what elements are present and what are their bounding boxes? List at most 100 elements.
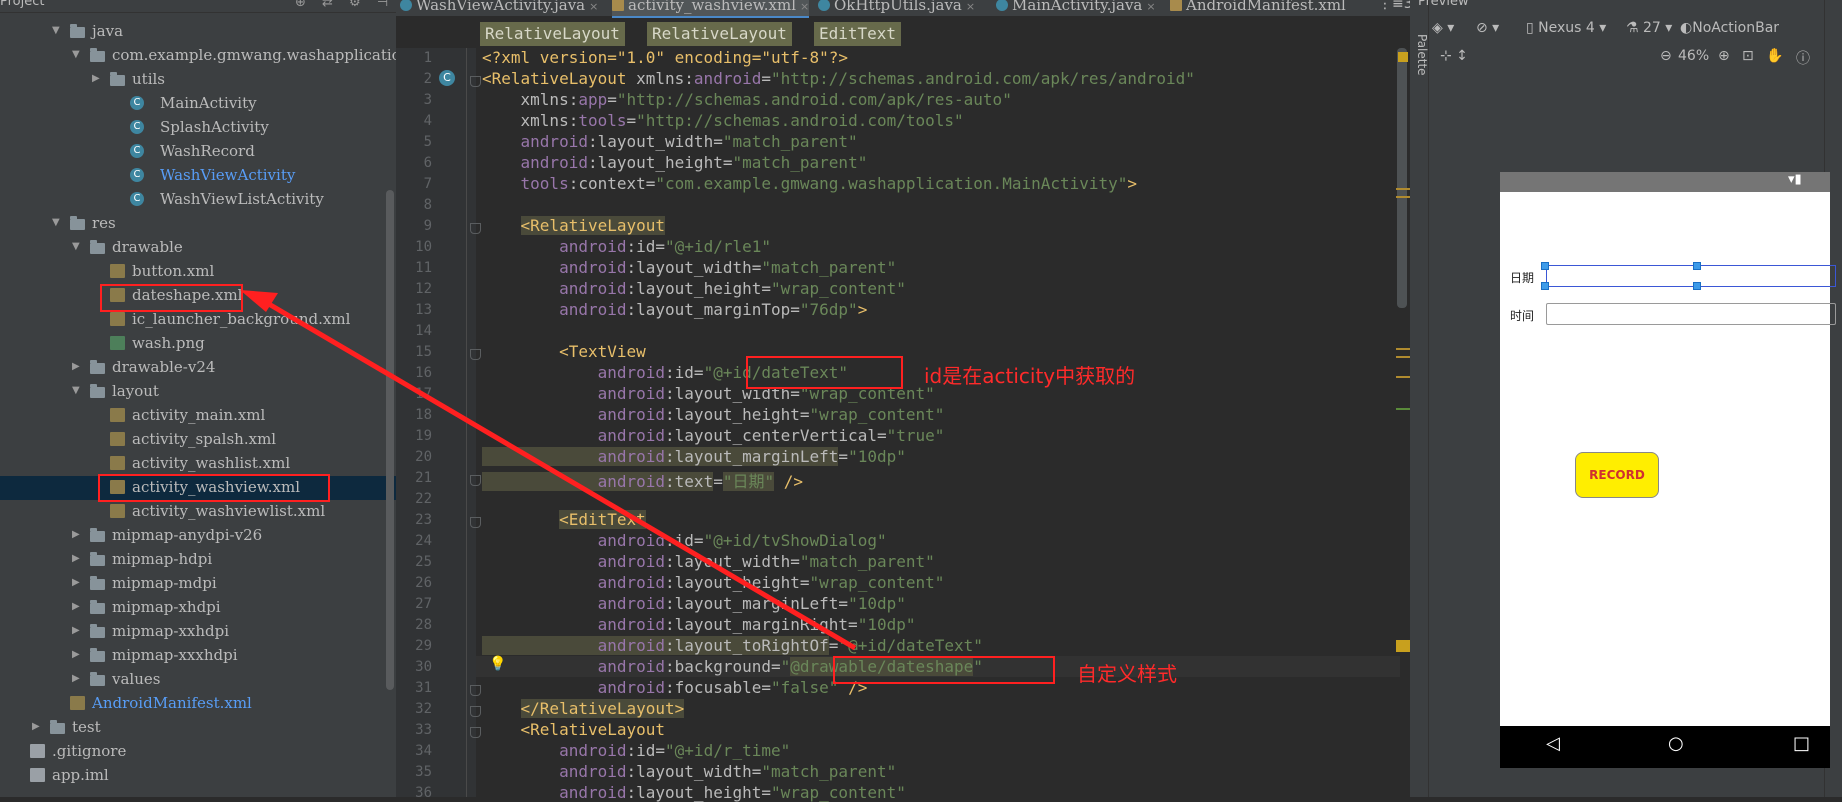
tree-item[interactable]: C MainActivity <box>0 92 396 116</box>
error-stripe-marker[interactable] <box>1396 376 1410 378</box>
chevron-down-icon[interactable]: ▼ <box>72 241 80 252</box>
fold-marker-icon[interactable] <box>470 349 481 360</box>
orientation-icon[interactable]: ⊘ ▾ <box>1476 20 1499 36</box>
code-line[interactable]: tools:context="com.example.gmwang.washap… <box>482 174 1138 193</box>
tree-item[interactable]: C WashViewListActivity <box>0 188 396 212</box>
code-line[interactable]: android:layout_width="match_parent" <box>482 132 858 151</box>
fold-marker-icon[interactable] <box>470 685 481 696</box>
code-line[interactable]: android:layout_width="match_parent" <box>482 258 896 277</box>
fold-marker-icon[interactable] <box>470 76 481 87</box>
home-nav-icon[interactable]: ○ <box>1668 733 1684 754</box>
error-stripe-marker[interactable] <box>1396 196 1410 198</box>
selection-handle[interactable] <box>1693 282 1701 290</box>
chevron-down-icon[interactable]: ▼ <box>72 49 80 60</box>
date-edittext[interactable] <box>1546 265 1836 287</box>
chevron-right-icon[interactable]: ▶ <box>72 673 80 684</box>
tree-item[interactable]: C WashViewActivity <box>0 164 396 188</box>
code-line[interactable]: android:layout_toRightOf="@+id/dateText" <box>482 636 983 655</box>
tree-item[interactable]: ▶ mipmap-xhdpi <box>0 596 396 620</box>
tree-item[interactable]: .gitignore <box>0 740 396 764</box>
breadcrumb-item[interactable]: RelativeLayout <box>480 22 625 46</box>
code-line[interactable]: android:id="@+id/tvShowDialog" <box>482 531 887 550</box>
code-line[interactable]: android:layout_width="match_parent" <box>482 552 935 571</box>
close-icon[interactable]: × <box>966 0 975 13</box>
tree-item[interactable]: button.xml <box>0 260 396 284</box>
class-gutter-icon[interactable]: C <box>439 70 455 86</box>
back-nav-icon[interactable]: ◁ <box>1546 733 1560 754</box>
chevron-right-icon[interactable]: ▶ <box>72 649 80 660</box>
project-toolbar[interactable]: ⊕ ⇄ ⚙ ⊣ <box>295 0 394 10</box>
error-stripe-marker[interactable] <box>1396 188 1410 190</box>
selection-handle[interactable] <box>1541 282 1549 290</box>
tree-item[interactable]: ▶ mipmap-xxxhdpi <box>0 644 396 668</box>
chevron-down-icon[interactable]: ▼ <box>72 385 80 396</box>
device-selector[interactable]: ▯ Nexus 4 ▾ <box>1526 20 1606 36</box>
tree-item[interactable]: wash.png <box>0 332 396 356</box>
chevron-right-icon[interactable]: ▶ <box>72 553 80 564</box>
warning-marker[interactable] <box>1398 52 1408 62</box>
project-scrollbar[interactable] <box>386 190 394 690</box>
code-line[interactable]: android:layout_height="wrap_content" <box>482 573 945 592</box>
tree-item[interactable]: ▶ test <box>0 716 396 740</box>
code-line[interactable]: </RelativeLayout> <box>482 699 685 718</box>
breadcrumb-item[interactable]: RelativeLayout <box>647 22 792 46</box>
editor-tab[interactable]: WashViewActivity.java × <box>400 0 598 16</box>
close-icon[interactable]: × <box>800 0 809 13</box>
palette-tab[interactable]: Palette <box>1415 34 1429 76</box>
tree-item[interactable]: activity_washviewlist.xml <box>0 500 396 524</box>
code-line[interactable]: android:layout_marginLeft="10dp" <box>482 594 906 613</box>
code-line[interactable]: android:layout_height="match_parent" <box>482 153 868 172</box>
chevron-right-icon[interactable]: ▶ <box>72 601 80 612</box>
editor-tab[interactable]: AndroidManifest.xml <box>1170 0 1346 16</box>
chevron-right-icon[interactable]: ▶ <box>72 577 80 588</box>
tree-item[interactable]: ▶ mipmap-xxhdpi <box>0 620 396 644</box>
tree-item[interactable]: ▼ drawable <box>0 236 396 260</box>
error-stripe-marker[interactable] <box>1396 356 1410 358</box>
code-line[interactable]: android:layout_centerVertical="true" <box>482 426 945 445</box>
code-line[interactable]: android:layout_width="match_parent" <box>482 762 896 781</box>
resize-icon[interactable]: ⊹ ↕ <box>1440 48 1468 64</box>
tree-item[interactable]: ▶ utils <box>0 68 396 92</box>
tree-item[interactable]: ▼ layout <box>0 380 396 404</box>
selection-handle[interactable] <box>1693 262 1701 270</box>
code-line[interactable]: android:layout_height="wrap_content" <box>482 783 906 802</box>
code-line[interactable]: android:text="日期" /> <box>482 468 803 492</box>
warning-icon[interactable]: ⓘ <box>1796 48 1810 68</box>
chevron-right-icon[interactable]: ▶ <box>72 529 80 540</box>
code-line[interactable]: android:layout_marginTop="76dp"> <box>482 300 867 319</box>
editor-tab[interactable]: OkHttpUtils.java × <box>818 0 975 16</box>
tree-item[interactable]: activity_washlist.xml <box>0 452 396 476</box>
chevron-right-icon[interactable]: ▶ <box>92 73 100 84</box>
chevron-down-icon[interactable]: ▼ <box>52 25 60 36</box>
close-icon[interactable]: × <box>1146 0 1155 13</box>
chevron-right-icon[interactable]: ▶ <box>72 625 80 636</box>
code-line[interactable]: android:focusable="false" /> <box>482 678 868 697</box>
fold-marker-icon[interactable] <box>470 706 481 717</box>
code-line[interactable]: xmlns:app="http://schemas.android.com/ap… <box>482 90 1012 109</box>
tree-item[interactable]: ▶ drawable-v24 <box>0 356 396 380</box>
code-line[interactable]: android:layout_marginRight="10dp" <box>482 615 916 634</box>
code-line[interactable]: <RelativeLayout xmlns:android="http://sc… <box>482 69 1195 88</box>
tree-item[interactable]: C SplashActivity <box>0 116 396 140</box>
editor-tab[interactable]: activity_washview.xml × <box>612 0 810 18</box>
tree-item[interactable]: ▶ mipmap-anydpi-v26 <box>0 524 396 548</box>
chevron-down-icon[interactable]: ▼ <box>52 217 60 228</box>
zoom-out-icon[interactable]: ⊖ <box>1660 48 1672 64</box>
warning-marker[interactable] <box>1396 640 1410 652</box>
tree-item[interactable]: ▶ mipmap-mdpi <box>0 572 396 596</box>
record-button[interactable]: RECORD <box>1575 452 1659 498</box>
tree-item[interactable]: ▼ res <box>0 212 396 236</box>
layers-icon[interactable]: ◈ ▾ <box>1432 20 1454 36</box>
theme-selector[interactable]: ◐NoActionBar <box>1680 20 1779 36</box>
close-icon[interactable]: × <box>589 0 598 13</box>
code-line[interactable]: <EditText <box>482 510 646 529</box>
tree-item[interactable]: ▶ values <box>0 668 396 692</box>
tree-item[interactable]: ▼ java <box>0 20 396 44</box>
code-line[interactable]: android:layout_marginLeft="10dp" <box>482 447 906 466</box>
chevron-right-icon[interactable]: ▶ <box>72 361 80 372</box>
fit-screen-icon[interactable]: ⊡ <box>1742 48 1754 64</box>
fold-marker-icon[interactable] <box>470 475 481 486</box>
code-line[interactable]: <RelativeLayout <box>482 720 666 739</box>
code-line[interactable]: android:layout_height="wrap_content" <box>482 405 945 424</box>
code-line[interactable]: android:id="@+id/rle1" <box>482 237 771 256</box>
